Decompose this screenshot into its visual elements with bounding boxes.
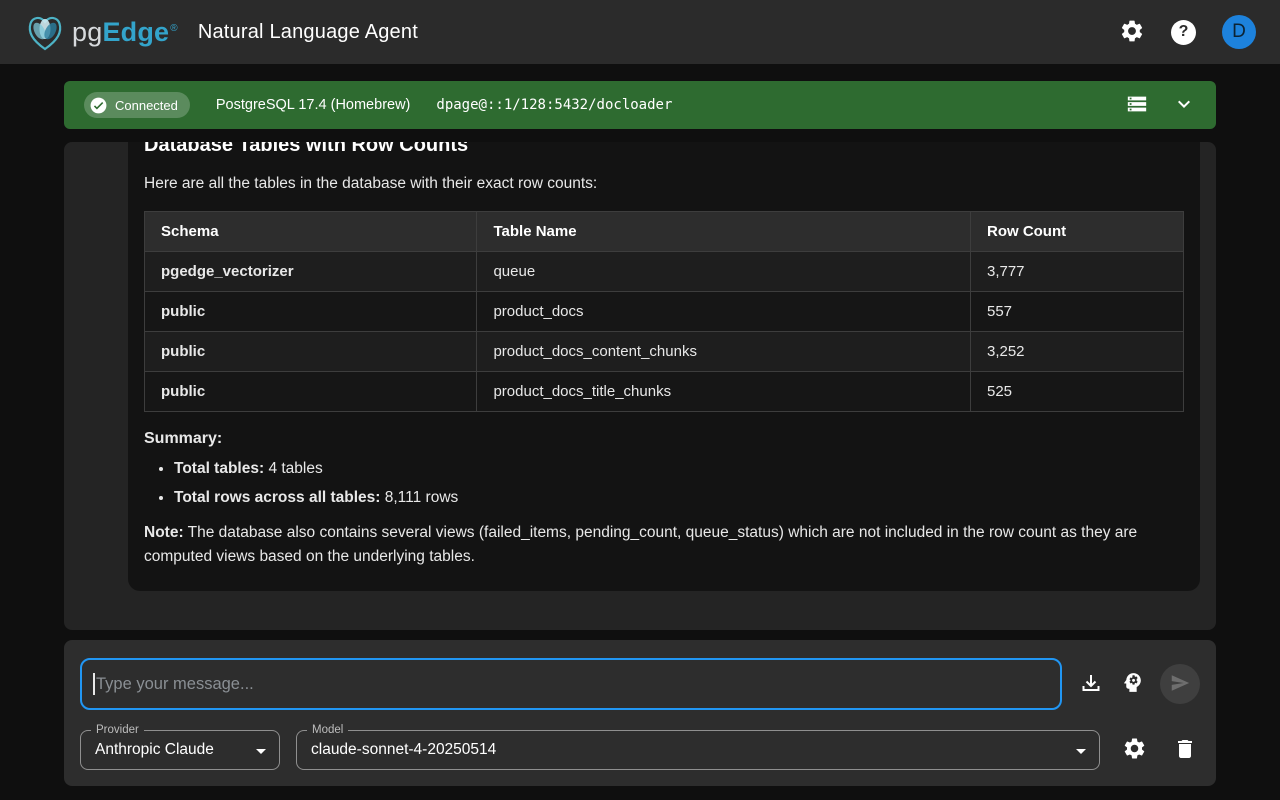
brand-registered-mark: ® [170, 23, 178, 34]
connection-status-label: Connected [115, 98, 178, 113]
table-cell: public [145, 292, 477, 332]
model-settings-button[interactable] [1122, 736, 1147, 764]
table-cell: 525 [970, 372, 1183, 412]
message-intro: Here are all the tables in the database … [144, 175, 1184, 193]
pgedge-logo: pgEdge® [24, 12, 178, 52]
storage-icon [1126, 93, 1148, 118]
table-cell: product_docs_content_chunks [477, 332, 971, 372]
connection-string: dpage@::1/128:5432/docloader [436, 97, 672, 113]
message-note: Note: The database also contains several… [144, 521, 1184, 569]
assistant-message: Database Tables with Row Counts Here are… [128, 142, 1200, 591]
summary-label: Summary: [144, 430, 1184, 448]
settings-button[interactable] [1119, 18, 1145, 47]
send-icon [1169, 672, 1191, 697]
brand-edge: Edge [102, 17, 169, 48]
text-caret [93, 673, 95, 695]
model-select-label: Model [307, 723, 348, 737]
provider-select-label: Provider [91, 723, 144, 737]
results-table-head-row: SchemaTable NameRow Count [145, 212, 1184, 252]
table-cell: 557 [970, 292, 1183, 332]
connection-details-button[interactable] [1126, 93, 1148, 118]
results-table-body: pgedge_vectorizerqueue3,777publicproduct… [145, 252, 1184, 412]
connection-status-badge: Connected [84, 92, 190, 118]
download-icon [1079, 671, 1103, 698]
chevron-down-icon [1172, 92, 1196, 119]
table-row: pgedge_vectorizerqueue3,777 [145, 252, 1184, 292]
table-header-cell: Table Name [477, 212, 971, 252]
download-conversation-button[interactable] [1079, 671, 1103, 698]
table-cell: pgedge_vectorizer [145, 252, 477, 292]
server-version-label: PostgreSQL 17.4 (Homebrew) [216, 97, 411, 113]
table-cell: public [145, 372, 477, 412]
summary-bullet: Total tables: 4 tables [174, 460, 1184, 478]
trash-icon [1173, 737, 1197, 764]
message-input-wrap [80, 658, 1062, 710]
check-circle-icon [89, 96, 108, 115]
message-heading: Database Tables with Row Counts [144, 142, 1184, 157]
table-cell: 3,252 [970, 332, 1183, 372]
note-label: Note: [144, 524, 184, 541]
brand-wordmark: pgEdge® [72, 17, 178, 48]
table-row: publicproduct_docs557 [145, 292, 1184, 332]
table-cell: product_docs_title_chunks [477, 372, 971, 412]
table-cell: public [145, 332, 477, 372]
psychology-icon [1120, 670, 1145, 698]
user-avatar[interactable]: D [1222, 15, 1256, 49]
clear-conversation-button[interactable] [1173, 737, 1197, 764]
app-header: pgEdge® Natural Language Agent ? D [0, 0, 1280, 64]
table-header-cell: Row Count [970, 212, 1183, 252]
page-title: Natural Language Agent [198, 21, 418, 44]
message-input[interactable] [80, 658, 1062, 710]
table-cell: 3,777 [970, 252, 1183, 292]
provider-select[interactable]: Provider Anthropic Claude [80, 730, 280, 770]
model-select[interactable]: Model claude-sonnet-4-20250514 [296, 730, 1100, 770]
help-button[interactable]: ? [1171, 20, 1196, 45]
table-cell: product_docs [477, 292, 971, 332]
connection-bar: Connected PostgreSQL 17.4 (Homebrew) dpa… [64, 81, 1216, 129]
summary-bullet-list: Total tables: 4 tables Total rows across … [144, 460, 1184, 507]
table-row: publicproduct_docs_title_chunks525 [145, 372, 1184, 412]
model-select-value: claude-sonnet-4-20250514 [297, 731, 1099, 769]
brand-pg: pg [72, 17, 102, 48]
table-cell: queue [477, 252, 971, 292]
chat-scroll-area[interactable]: Database Tables with Row Counts Here are… [64, 142, 1216, 630]
settings-icon [1119, 18, 1145, 47]
gear-icon [1122, 736, 1147, 764]
arrow-dropdown-icon [1069, 739, 1093, 768]
pgedge-heart-icon [24, 12, 66, 52]
table-row: publicproduct_docs_content_chunks3,252 [145, 332, 1184, 372]
note-text: The database also contains several views… [144, 524, 1137, 565]
composer-panel: Provider Anthropic Claude Model claude-s… [64, 640, 1216, 786]
help-icon: ? [1171, 20, 1196, 45]
summary-bullet: Total rows across all tables: 8,111 rows [174, 489, 1184, 507]
results-table: SchemaTable NameRow Count pgedge_vectori… [144, 211, 1184, 412]
arrow-dropdown-icon [249, 739, 273, 768]
thinking-mode-button[interactable] [1120, 670, 1145, 698]
connection-collapse-button[interactable] [1172, 92, 1196, 119]
send-button[interactable] [1160, 664, 1200, 704]
table-header-cell: Schema [145, 212, 477, 252]
